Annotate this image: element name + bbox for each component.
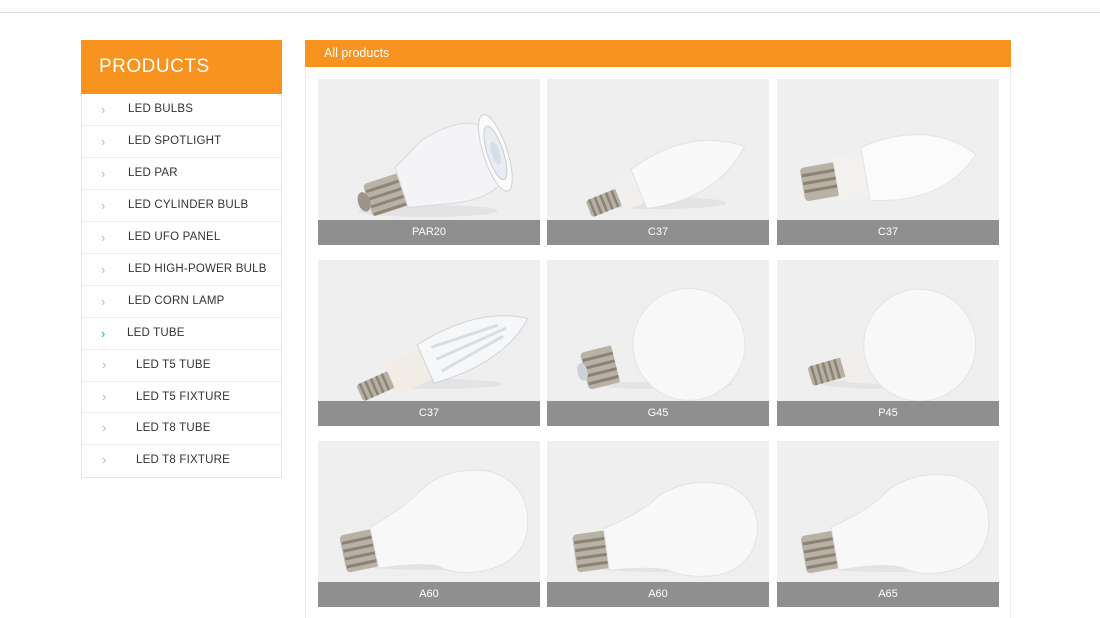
product-name: C37 — [547, 220, 769, 245]
product-card-c37[interactable]: C37 — [547, 79, 769, 245]
sidebar-item-label: LED TUBE — [127, 327, 185, 339]
product-card-a60[interactable]: A60 — [318, 441, 540, 607]
globe-bulb-image — [547, 260, 769, 401]
chevron-right-icon: › — [101, 166, 106, 181]
sidebar-subitem-label: LED T8 FIXTURE — [136, 453, 230, 466]
chevron-right-icon: › — [102, 357, 107, 372]
a-shape-bulb-image — [777, 441, 999, 582]
sidebar-item-label: LED UFO PANEL — [128, 231, 221, 243]
product-card-a65[interactable]: A65 — [777, 441, 999, 607]
sidebar-subitem-led-t5-fixture[interactable]: › LED T5 FIXTURE — [82, 382, 281, 413]
sidebar-subitem-led-t8-fixture[interactable]: › LED T8 FIXTURE — [82, 445, 281, 477]
chevron-right-icon: › — [101, 326, 106, 341]
sidebar-item-label: LED CORN LAMP — [128, 295, 225, 307]
products-panel: All products PAR20 C37 C37 C37 G45 P45 A… — [305, 40, 1011, 618]
a-shape-bulb-image — [547, 441, 769, 582]
sidebar-item-led-tube[interactable]: › LED TUBE — [82, 318, 281, 350]
product-card-p45[interactable]: P45 — [777, 260, 999, 426]
product-sidebar: PRODUCTS › LED BULBS › LED SPOTLIGHT › L… — [81, 40, 282, 478]
sidebar-item-label: LED BULBS — [128, 103, 194, 115]
product-name: C37 — [318, 401, 540, 426]
sidebar-subitem-led-t5-tube[interactable]: › LED T5 TUBE — [82, 350, 281, 382]
candle-bulb-clear-image — [318, 260, 540, 401]
sidebar-subitem-label: LED T8 TUBE — [136, 422, 211, 434]
product-name: A60 — [318, 582, 540, 607]
sidebar-item-label: LED SPOTLIGHT — [128, 135, 222, 147]
sidebar-item-led-corn-lamp[interactable]: › LED CORN LAMP — [82, 286, 281, 318]
product-name: G45 — [547, 401, 769, 426]
candle-bulb-image — [547, 79, 769, 220]
sidebar-title: PRODUCTS — [81, 40, 282, 94]
chevron-right-icon: › — [102, 451, 107, 467]
product-card-par20[interactable]: PAR20 — [318, 79, 540, 245]
product-name: C37 — [777, 220, 999, 245]
chevron-right-icon: › — [101, 230, 106, 245]
product-card-c37[interactable]: C37 — [318, 260, 540, 426]
sidebar-item-led-par[interactable]: › LED PAR — [82, 158, 281, 190]
sidebar-item-label: LED PAR — [128, 167, 178, 179]
top-divider — [0, 12, 1100, 13]
globe-bulb-image — [777, 260, 999, 401]
product-name: PAR20 — [318, 220, 540, 245]
product-card-g45[interactable]: G45 — [547, 260, 769, 426]
sidebar-subitem-label: LED T5 FIXTURE — [136, 390, 230, 403]
chevron-right-icon: › — [101, 294, 106, 309]
product-card-c37[interactable]: C37 — [777, 79, 999, 245]
sidebar-item-led-cylinder-bulb[interactable]: › LED CYLINDER BULB — [82, 190, 281, 222]
a-shape-bulb-image — [318, 441, 540, 582]
product-name: A60 — [547, 582, 769, 607]
sidebar-item-label: LED CYLINDER BULB — [128, 199, 249, 211]
chevron-right-icon: › — [101, 262, 106, 277]
chevron-right-icon: › — [101, 134, 106, 149]
sidebar-item-led-high-power-bulb[interactable]: › LED HIGH-POWER BULB — [82, 254, 281, 286]
sidebar-item-led-bulbs[interactable]: › LED BULBS — [82, 94, 281, 126]
chevron-right-icon: › — [101, 198, 106, 213]
chevron-right-icon: › — [101, 102, 106, 117]
panel-title: All products — [305, 40, 1011, 67]
candle-bulb-image — [777, 79, 999, 220]
sidebar-subitem-led-t8-tube[interactable]: › LED T8 TUBE — [82, 413, 281, 445]
sidebar-subitem-label: LED T5 TUBE — [136, 359, 211, 371]
product-name: A65 — [777, 582, 999, 607]
chevron-right-icon: › — [102, 388, 107, 404]
sidebar-item-led-ufo-panel[interactable]: › LED UFO PANEL — [82, 222, 281, 254]
sidebar-item-label: LED HIGH-POWER BULB — [128, 263, 267, 275]
chevron-right-icon: › — [102, 420, 107, 435]
product-card-a60[interactable]: A60 — [547, 441, 769, 607]
sidebar-item-led-spotlight[interactable]: › LED SPOTLIGHT — [82, 126, 281, 158]
product-name: P45 — [777, 401, 999, 426]
par20-spotlight-image — [318, 79, 540, 220]
